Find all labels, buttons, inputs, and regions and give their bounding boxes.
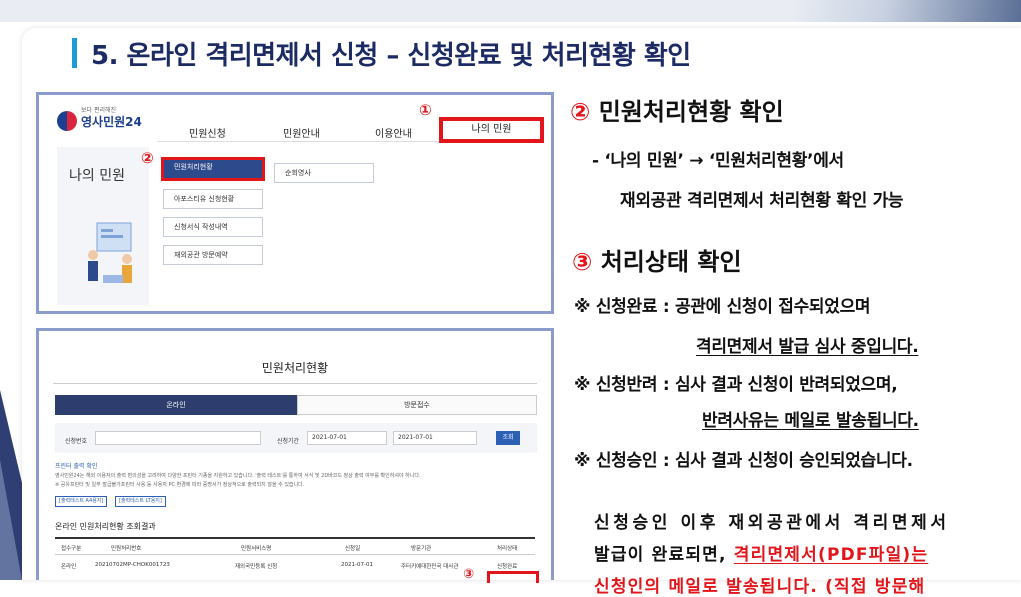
table-header: 접수구분 민원처리번호 민원서비스명 신청일 방문기관 처리상태: [55, 537, 535, 555]
result-title: 온라인 민원처리현황 조회결과: [55, 522, 156, 531]
status-rejected-desc-a: 심사 결과 신청이 반려되었으며,: [674, 375, 898, 395]
date-to-input[interactable]: 2021-07-01: [393, 431, 477, 445]
marker-2: ②: [141, 149, 154, 167]
status-complete-desc-b: 격리면제서 발급 심사 중입니다.: [696, 337, 919, 357]
heading-accent-bar: [72, 38, 77, 68]
nav-usage[interactable]: 이용안내: [375, 125, 412, 140]
tab-online[interactable]: 온라인: [55, 395, 297, 415]
status-approved-label: ※ 신청승인 :: [574, 451, 675, 471]
label-application-no: 신청번호: [65, 438, 88, 445]
cell-status: 신청완료: [497, 564, 518, 570]
note-line-1: 신청승인 이후 재외공관에서 격리면제서: [594, 513, 950, 533]
section-2-title: 민원처리현황 확인: [598, 98, 784, 126]
illustration-people-icon: [88, 222, 132, 283]
status-rejected-line: ※ 신청반려 : 심사 결과 신청이 반려되었으며,: [574, 370, 898, 395]
title-divider: [53, 383, 537, 384]
status-highlight-box: [487, 571, 539, 583]
date-from-input[interactable]: 2021-07-01: [307, 431, 387, 445]
menu-mobile-consul[interactable]: 순회영사: [274, 163, 374, 183]
col-office: 방문기관: [411, 546, 432, 552]
marker-1: ①: [419, 101, 432, 119]
tab-visit[interactable]: 방문접수: [297, 395, 537, 415]
status-page-title: 민원처리현황: [261, 361, 329, 375]
status-complete-label: ※ 신청완료 :: [574, 297, 675, 317]
cell-date: 2021-07-01: [341, 562, 373, 568]
note-line-2b: 격리면제서(PDF파일)는: [733, 545, 929, 565]
print-test-lt-button[interactable]: [출력테스트 LT용지]: [115, 496, 166, 507]
menu-process-status[interactable]: 민원처리현황: [161, 157, 265, 181]
site-logo[interactable]: 보다 편리해진 영사민원24: [57, 107, 142, 131]
note-line-2a: 발급이 완료되면,: [594, 545, 734, 565]
side-title: 나의 민원: [69, 168, 125, 184]
section-2-heading: ② 민원처리현황 확인: [570, 92, 784, 127]
nav-guide[interactable]: 민원안내: [283, 125, 320, 140]
search-form: 신청번호 신청기간 2021-07-01 2021-07-01 조회: [55, 423, 537, 453]
print-test-a4-button[interactable]: [출력테스트 A4용지]: [55, 496, 108, 507]
section-2-line-2: 재외공관 격리면제서 처리현황 확인 가능: [620, 191, 904, 211]
status-approved-desc: 심사 결과 신청이 승인되었습니다.: [674, 451, 913, 471]
col-status: 처리상태: [497, 546, 518, 552]
left-decoration-light: [0, 460, 22, 580]
screenshot-my-civil-service-menu: 보다 편리해진 영사민원24 민원신청 민원안내 이용안내 나의 민원 ① 나의…: [36, 92, 554, 314]
menu-apostille[interactable]: 아포스티유 신청현황: [163, 189, 263, 209]
nav-apply[interactable]: 민원신청: [189, 125, 226, 140]
heading-title: 5. 온라인 격리면제서 신청 – 신청완료 및 처리현황 확인: [91, 40, 691, 71]
section-2-line-1: - ‘나의 민원’ → ‘민원처리현황’에서: [592, 151, 844, 171]
note-line-2: 발급이 완료되면, 격리면제서(PDF파일)는: [594, 540, 928, 565]
section-2-number: ②: [570, 98, 591, 126]
logo-name: 영사민원24: [81, 114, 142, 129]
cell-service: 재외국민등록 신청: [235, 564, 278, 570]
cell-office: 주터키예대한민국 대사관: [401, 564, 459, 570]
note-line-3: 신청인의 메일로 발송됩니다. (직접 방문해: [594, 577, 926, 597]
section-3-number: ③: [572, 248, 593, 276]
col-date: 신청일: [345, 546, 361, 552]
status-rejected-desc-b: 반려사유는 메일로 발송됩니다.: [702, 411, 919, 431]
cell-type: 온라인: [61, 564, 77, 570]
col-type: 접수구분: [61, 546, 82, 552]
col-number: 민원처리번호: [111, 546, 142, 552]
menu-visit-reservation[interactable]: 재외공관 방문예약: [163, 245, 263, 265]
application-no-input[interactable]: [95, 431, 261, 445]
search-button[interactable]: 조회: [496, 431, 520, 445]
printer-note-2: ※ 공유프린터 및 일부 발급불가프린터 사용 등 사용자 PC 환경에 따라 …: [55, 482, 305, 488]
label-period: 신청기간: [277, 438, 300, 445]
status-rejected-label: ※ 신청반려 :: [574, 375, 675, 395]
government-emblem-icon: [57, 111, 77, 131]
status-complete-desc-a: 공관에 신청이 접수되었으며: [674, 297, 871, 317]
printer-note-1: 영사민원24는 해외 이용자의 출력 편의성을 고려하여 다양한 프린터 기종을…: [55, 473, 421, 479]
nav-my-civil-service[interactable]: 나의 민원: [439, 117, 544, 143]
col-service: 민원서비스명: [241, 546, 272, 552]
slide-heading: 5. 온라인 격리면제서 신청 – 신청완료 및 처리현황 확인: [72, 36, 691, 71]
screenshot-process-status-page: 민원처리현황 온라인 방문접수 신청번호 신청기간 2021-07-01 202…: [36, 328, 554, 583]
status-approved-line: ※ 신청승인 : 심사 결과 신청이 승인되었습니다.: [574, 446, 913, 471]
printer-check-title: 프린터 출력 확인: [55, 463, 98, 470]
section-3-heading: ③ 처리상태 확인: [572, 242, 742, 277]
status-complete-line: ※ 신청완료 : 공관에 신청이 접수되었으며: [574, 292, 871, 317]
section-3-title: 처리상태 확인: [600, 248, 742, 276]
menu-form-history[interactable]: 신청서식 작성내역: [163, 217, 263, 237]
cell-number: 20210702MP-CHOK001723: [95, 562, 170, 568]
logo-tagline: 보다 편리해진: [81, 107, 117, 114]
top-right-decoration: [791, 0, 1021, 22]
